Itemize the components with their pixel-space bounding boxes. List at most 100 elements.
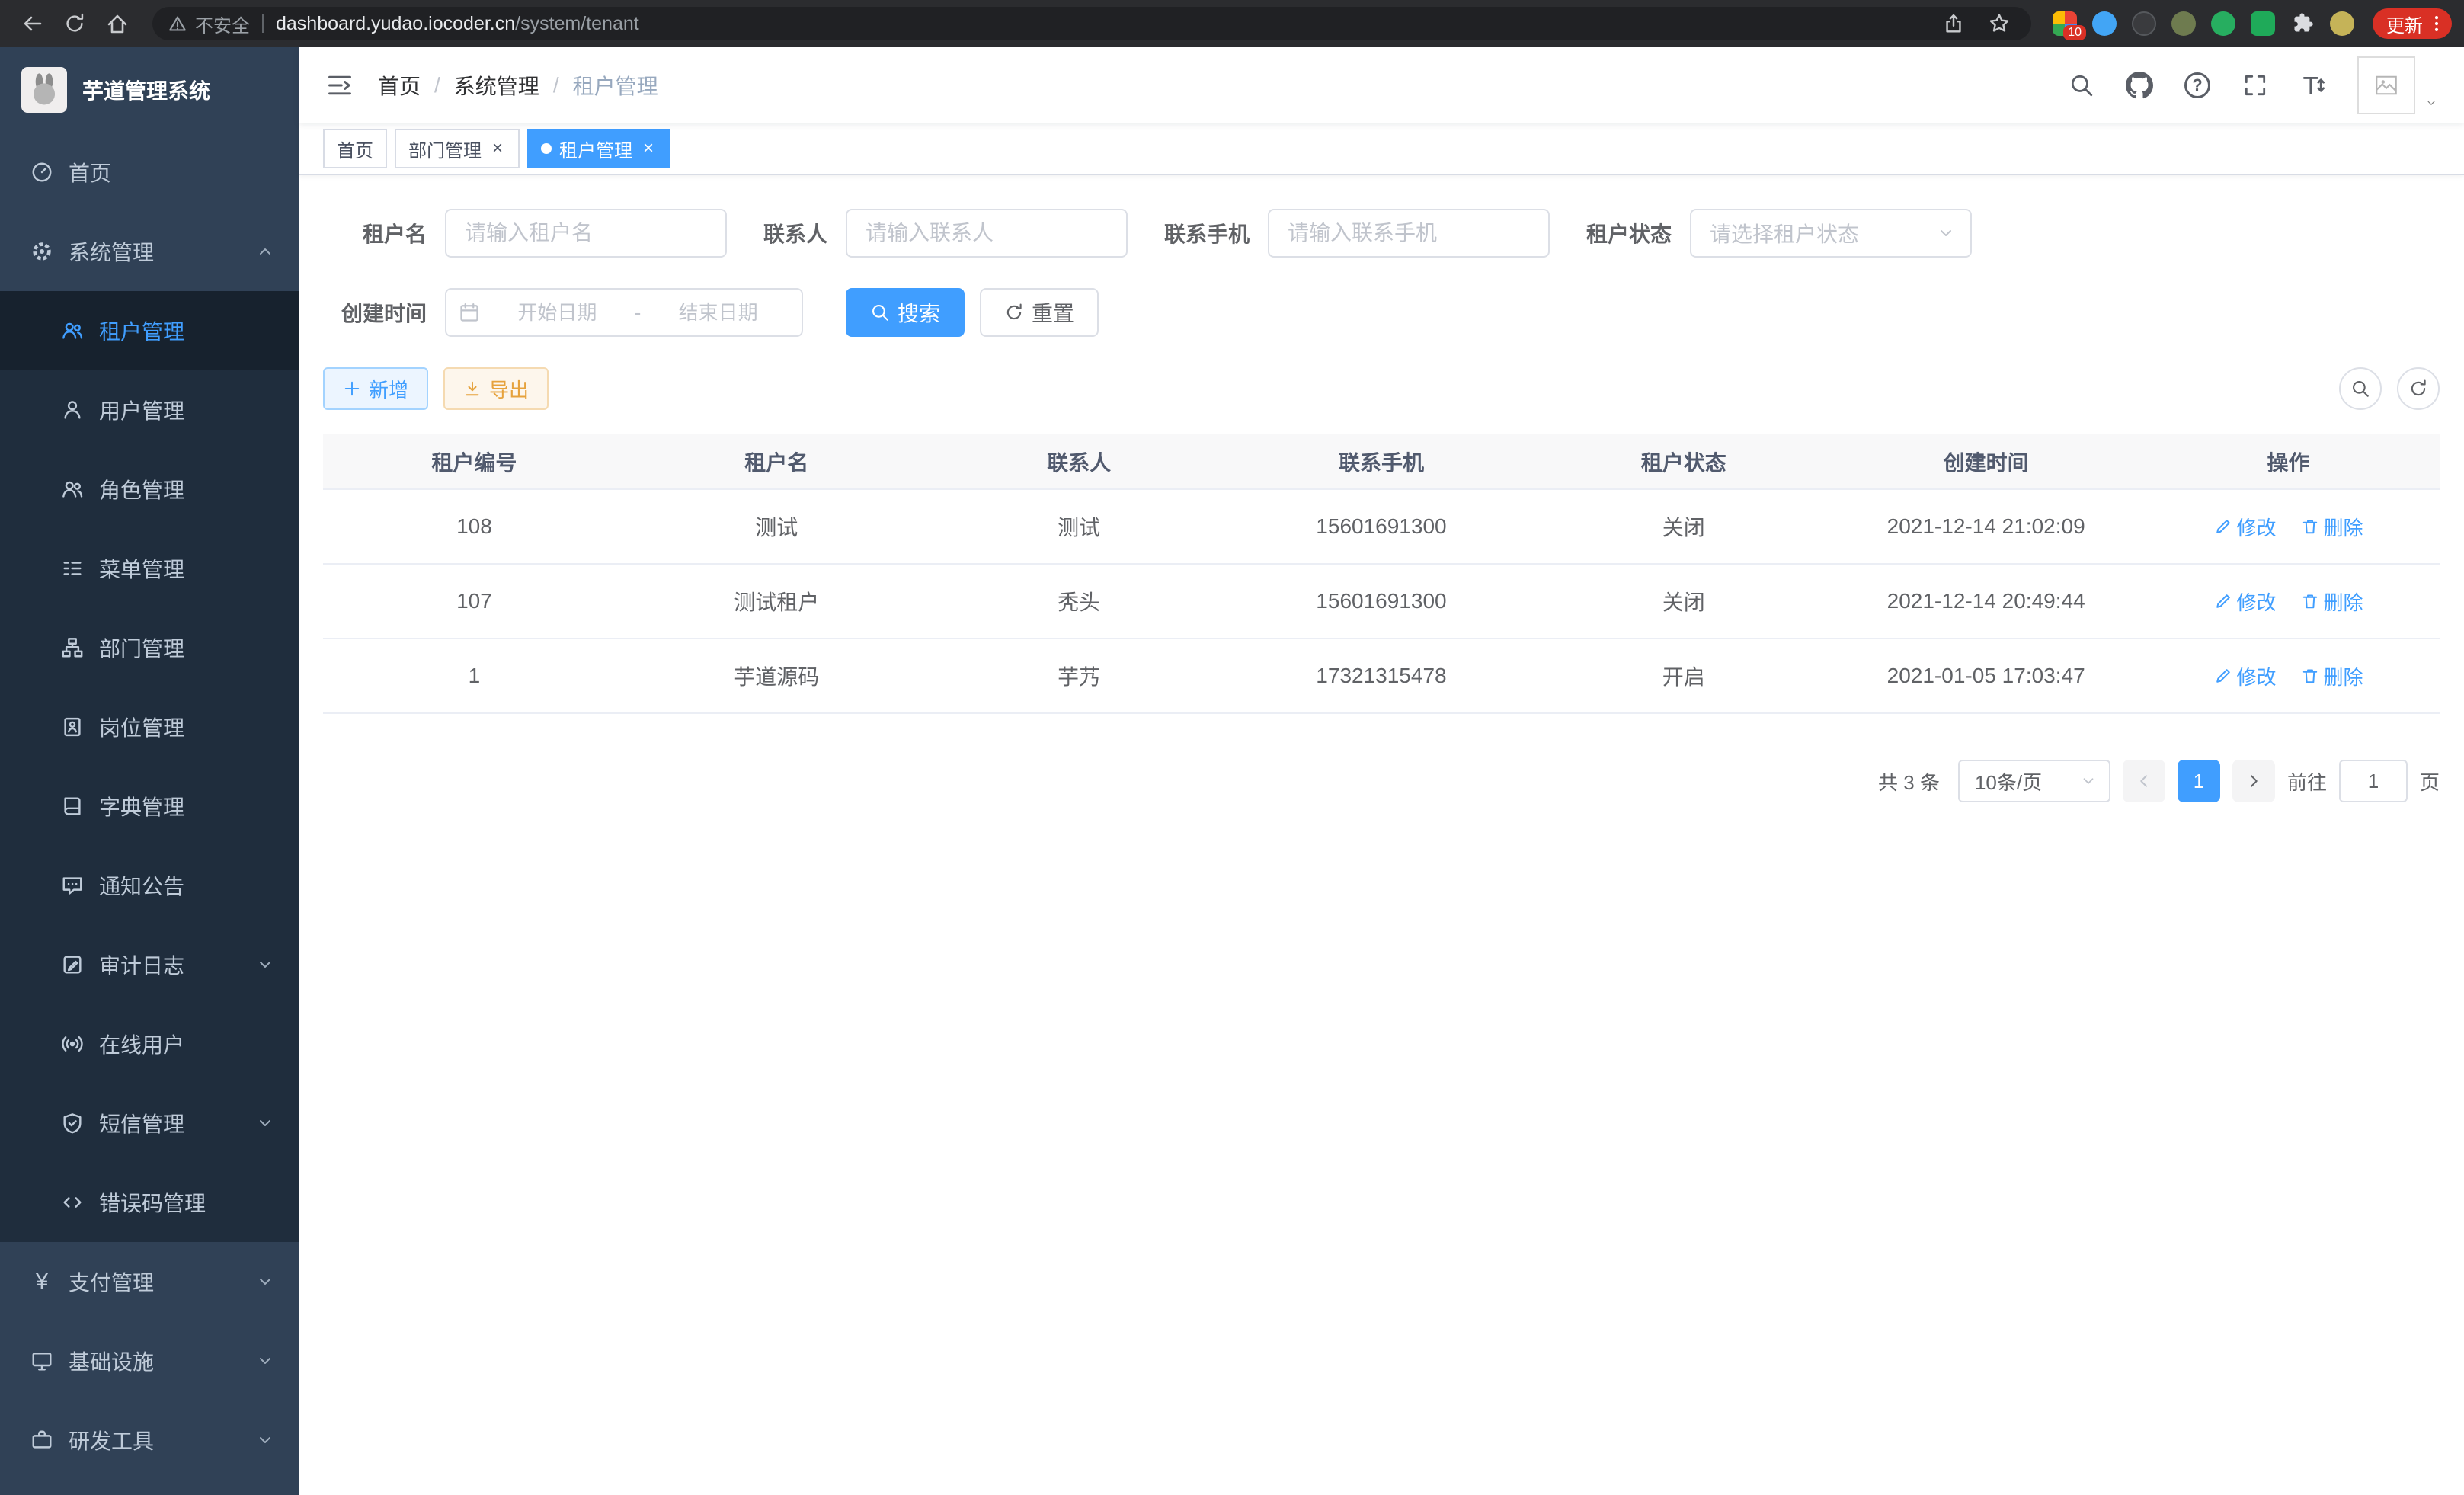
sidebar-item-label: 短信管理 — [99, 1108, 184, 1138]
bookmark-star-button[interactable] — [1982, 7, 2016, 40]
pencil-icon — [2214, 592, 2232, 610]
fullscreen-button[interactable] — [2229, 59, 2281, 111]
home-icon — [105, 11, 130, 36]
sidebar-group-devtools[interactable]: 研发工具 — [0, 1401, 299, 1480]
end-date-input[interactable] — [647, 301, 789, 325]
breadcrumb-item-home[interactable]: 首页 — [378, 70, 421, 101]
close-icon[interactable]: × — [640, 138, 657, 159]
tab-dept-management[interactable]: 部门管理× — [395, 129, 520, 168]
security-chip[interactable]: 不安全 — [168, 11, 250, 37]
tenant-status-select[interactable]: 请选择租户状态 — [1690, 209, 1972, 258]
sidebar-item-user-management[interactable]: 用户管理 — [0, 370, 299, 450]
goto-page-input[interactable] — [2339, 760, 2408, 802]
address-bar[interactable]: 不安全 dashboard.yudao.iocoder.cn/system/te… — [152, 7, 2031, 40]
delete-link[interactable]: 删除 — [2301, 662, 2363, 690]
sidebar-item-menu-management[interactable]: 菜单管理 — [0, 529, 299, 608]
cell-status: 关闭 — [1532, 489, 1835, 564]
sidebar-item-tenant-management[interactable]: 租户管理 — [0, 291, 299, 370]
browser-update-button[interactable]: 更新 — [2373, 8, 2452, 39]
delete-link[interactable]: 删除 — [2301, 587, 2363, 616]
tab-home[interactable]: 首页 — [323, 129, 387, 168]
delete-link[interactable]: 删除 — [2301, 513, 2363, 541]
column-header-mobile: 联系手机 — [1230, 434, 1533, 489]
browser-back-button[interactable] — [12, 4, 52, 43]
edit-link[interactable]: 修改 — [2214, 662, 2277, 690]
browser-toolbar: 不安全 dashboard.yudao.iocoder.cn/system/te… — [0, 0, 2464, 47]
reset-button[interactable]: 重置 — [980, 288, 1099, 337]
browser-reload-button[interactable] — [55, 4, 94, 43]
sidebar-item-dict-management[interactable]: 字典管理 — [0, 767, 299, 846]
share-button[interactable] — [1937, 7, 1970, 40]
table-row[interactable]: 1 芋道源码 芋艿 17321315478 开启 2021-01-05 17:0… — [323, 639, 2440, 713]
extension-icon-4 — [2171, 11, 2196, 36]
extension-button-6[interactable] — [2245, 5, 2281, 42]
chevron-down-icon — [1937, 224, 1955, 242]
extensions-puzzle-button[interactable] — [2284, 5, 2321, 42]
extension-button-1[interactable]: 10 — [2046, 5, 2083, 42]
browser-profile-button[interactable] — [2324, 5, 2360, 42]
toggle-search-button[interactable] — [2339, 367, 2382, 410]
sidebar-item-role-management[interactable]: 角色管理 — [0, 450, 299, 529]
contact-input[interactable] — [846, 209, 1128, 258]
url-host: dashboard.yudao.iocoder.cn — [276, 13, 515, 34]
extension-button-4[interactable] — [2165, 5, 2202, 42]
next-page-button[interactable] — [2232, 760, 2275, 802]
page-number-button[interactable]: 1 — [2178, 760, 2220, 802]
chevron-down-icon — [256, 956, 274, 974]
close-icon[interactable]: × — [489, 138, 506, 159]
sidebar-item-label: 在线用户 — [99, 1029, 184, 1059]
sidebar-group-system[interactable]: 系统管理 — [0, 212, 299, 291]
tab-tenant-management[interactable]: 租户管理× — [527, 129, 670, 168]
hamburger-button[interactable] — [323, 69, 357, 102]
user-avatar[interactable] — [2357, 56, 2440, 114]
sidebar-item-post-management[interactable]: 岗位管理 — [0, 687, 299, 767]
prev-page-button[interactable] — [2123, 760, 2165, 802]
start-date-input[interactable] — [486, 301, 629, 325]
main-area: 首页 / 系统管理 / 租户管理 ? — [299, 47, 2464, 1495]
sidebar-group-payment[interactable]: ¥ 支付管理 — [0, 1242, 299, 1321]
browser-home-button[interactable] — [98, 4, 137, 43]
help-button[interactable]: ? — [2171, 59, 2223, 111]
document-edit-icon — [61, 953, 84, 976]
breadcrumb-item-system[interactable]: 系统管理 — [454, 70, 539, 101]
export-button[interactable]: 导出 — [443, 367, 549, 410]
extension-button-2[interactable] — [2086, 5, 2123, 42]
sidebar-item-dept-management[interactable]: 部门管理 — [0, 608, 299, 687]
edit-link[interactable]: 修改 — [2214, 587, 2277, 616]
sidebar-group-sms[interactable]: 短信管理 — [0, 1084, 299, 1163]
github-link[interactable] — [2114, 59, 2165, 111]
caret-down-icon — [2423, 98, 2440, 114]
table-row[interactable]: 108 测试 测试 15601691300 关闭 2021-12-14 21:0… — [323, 489, 2440, 564]
header-search-button[interactable] — [2056, 59, 2107, 111]
goto-unit-label: 页 — [2420, 767, 2440, 796]
page-size-select[interactable]: 10条/页 — [1958, 760, 2110, 802]
navbar-actions: ? — [2056, 56, 2440, 114]
sidebar-item-home[interactable]: 首页 — [0, 133, 299, 212]
search-button[interactable]: 搜索 — [846, 288, 965, 337]
sidebar-item-label: 审计日志 — [99, 949, 184, 980]
sidebar-group-infrastructure[interactable]: 基础设施 — [0, 1321, 299, 1401]
status-label: 租户状态 — [1586, 218, 1672, 248]
mobile-input[interactable] — [1268, 209, 1550, 258]
edit-link[interactable]: 修改 — [2214, 513, 2277, 541]
sidebar-item-label: 错误码管理 — [99, 1187, 206, 1218]
tenant-name-input[interactable] — [445, 209, 727, 258]
add-button[interactable]: 新增 — [323, 367, 428, 410]
trash-icon — [2301, 517, 2319, 536]
table-header: 租户编号 租户名 联系人 联系手机 租户状态 创建时间 操作 — [323, 434, 2440, 489]
sidebar-item-error-code[interactable]: 错误码管理 — [0, 1163, 299, 1242]
extension-button-5[interactable] — [2205, 5, 2242, 42]
table-row[interactable]: 107 测试租户 秃头 15601691300 关闭 2021-12-14 20… — [323, 564, 2440, 639]
create-time-range-picker[interactable]: - — [445, 288, 803, 337]
sidebar-item-notice[interactable]: 通知公告 — [0, 846, 299, 925]
page-content: 租户名 联系人 联系手机 租户状态 请选择租户状态 — [299, 175, 2464, 1495]
extension-button-3[interactable] — [2126, 5, 2162, 42]
sidebar-group-audit-log[interactable]: 审计日志 — [0, 925, 299, 1004]
cell-mobile: 15601691300 — [1230, 564, 1533, 639]
font-size-button[interactable] — [2287, 59, 2339, 111]
column-header-id: 租户编号 — [323, 434, 626, 489]
app-logo[interactable]: 芋道管理系统 — [0, 47, 299, 133]
refresh-table-button[interactable] — [2397, 367, 2440, 410]
sidebar-item-online-users[interactable]: 在线用户 — [0, 1004, 299, 1084]
tenant-table: 租户编号 租户名 联系人 联系手机 租户状态 创建时间 操作 108 测试 测试 — [323, 434, 2440, 714]
